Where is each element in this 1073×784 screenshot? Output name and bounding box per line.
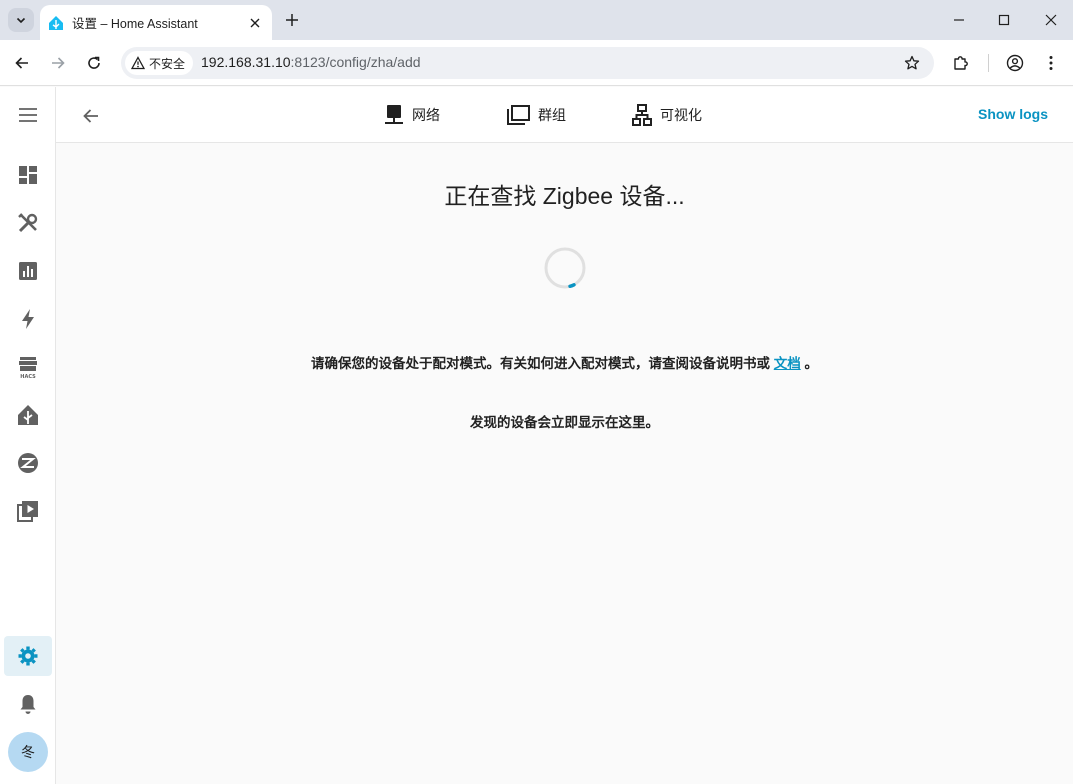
profile-button[interactable]: [1002, 50, 1028, 76]
sidebar-item-hacs[interactable]: HACS: [4, 347, 52, 387]
browser-back-button[interactable]: [9, 50, 35, 76]
media-icon: [17, 501, 38, 522]
minimize-icon: [954, 19, 964, 21]
sidebar-item-settings[interactable]: [4, 636, 52, 676]
settings-icon: [18, 646, 38, 666]
ha-sidebar: HACS 冬: [0, 87, 56, 784]
hacs-icon: HACS: [19, 357, 37, 379]
browser-tab-strip: 设置 – Home Assistant: [0, 0, 1073, 40]
visualization-icon: [632, 104, 652, 126]
url-host: 192.168.31.10: [201, 54, 291, 70]
network-icon: [385, 105, 403, 124]
tab-title: 设置 – Home Assistant: [72, 17, 198, 31]
window-close-button[interactable]: [1037, 6, 1065, 34]
tab-groups[interactable]: 群组: [506, 101, 566, 129]
tab-groups-label: 群组: [538, 107, 566, 123]
dashboard-icon: [19, 166, 37, 184]
security-label: 不安全: [149, 56, 186, 71]
bell-icon: [20, 695, 36, 714]
sidebar-item-history[interactable]: [4, 251, 52, 291]
new-tab-button[interactable]: [282, 10, 302, 30]
tab-search-button[interactable]: [8, 8, 34, 32]
plus-icon: [286, 14, 298, 26]
extensions-button[interactable]: [948, 50, 974, 76]
sidebar-item-zha[interactable]: [4, 443, 52, 483]
tools-icon: [18, 213, 38, 233]
show-logs-button[interactable]: Show logs: [978, 106, 1048, 122]
chevron-down-icon: [16, 17, 26, 24]
browser-menu-button[interactable]: [1038, 50, 1064, 76]
sidebar-item-notifications[interactable]: [4, 684, 52, 724]
browser-forward-button[interactable]: [45, 50, 71, 76]
tab-network[interactable]: 网络: [384, 101, 440, 129]
svg-text:HACS: HACS: [20, 374, 36, 379]
documentation-link[interactable]: 文档: [774, 356, 801, 371]
arrow-left-icon: [15, 57, 28, 69]
bookmark-button[interactable]: [902, 53, 922, 73]
more-vertical-icon: [1049, 56, 1053, 70]
arrow-right-icon: [52, 57, 65, 69]
warning-icon: [131, 56, 145, 70]
close-icon: [250, 18, 260, 27]
sidebar-item-overview[interactable]: [4, 155, 52, 195]
browser-toolbar: 不安全 192.168.31.10:8123/config/zha/add: [0, 40, 1073, 86]
loading-spinner-icon: [544, 247, 586, 289]
sidebar-item-media[interactable]: [4, 491, 52, 531]
security-chip[interactable]: 不安全: [125, 51, 194, 75]
address-bar[interactable]: 不安全 192.168.31.10:8123/config/zha/add: [121, 47, 934, 79]
home-assistant-icon: [18, 405, 38, 425]
reload-icon: [88, 56, 100, 69]
page-title: 正在查找 Zigbee 设备...: [444, 183, 685, 209]
discovery-note: 发现的设备会立即显示在这里。: [470, 415, 659, 430]
tab-close-button[interactable]: [246, 14, 264, 32]
tab-visualization[interactable]: 可视化: [632, 101, 702, 129]
toolbar-divider: [988, 54, 989, 72]
sidebar-item-developer-tools[interactable]: [4, 203, 52, 243]
zigbee-icon: [18, 453, 38, 473]
star-icon: [904, 55, 920, 70]
group-icon: [507, 105, 530, 125]
chart-icon: [19, 262, 37, 280]
minimize-button[interactable]: [945, 6, 973, 34]
url-path: :8123/config/zha/add: [290, 54, 421, 70]
sidebar-item-energy[interactable]: [4, 299, 52, 339]
main-content: 正在查找 Zigbee 设备... 请确保您的设备处于配对模式。有关如何进入配对…: [56, 143, 1073, 784]
menu-icon: [19, 108, 37, 122]
maximize-button[interactable]: [990, 6, 1018, 34]
home-assistant-favicon-icon: [49, 15, 63, 30]
sidebar-menu-toggle[interactable]: [4, 95, 52, 135]
pairing-instructions-text: 请确保您的设备处于配对模式。有关如何进入配对模式，请查阅设备说明书或: [310, 356, 774, 371]
pairing-instructions: 请确保您的设备处于配对模式。有关如何进入配对模式，请查阅设备说明书或 文档 。: [56, 352, 1073, 372]
pairing-instructions-suffix: 。: [800, 356, 818, 371]
arrow-left-icon: [83, 109, 98, 123]
close-icon: [1045, 14, 1057, 26]
sidebar-item-home-assistant[interactable]: [4, 395, 52, 435]
browser-reload-button[interactable]: [81, 50, 107, 76]
back-button[interactable]: [78, 103, 104, 129]
tab-network-label: 网络: [412, 107, 440, 123]
ha-header: 网络 群组 可视化 Show logs: [56, 87, 1073, 143]
tab-visualization-label: 可视化: [660, 107, 702, 123]
browser-tab-active[interactable]: 设置 – Home Assistant: [40, 5, 272, 40]
energy-icon: [22, 309, 34, 329]
maximize-icon: [998, 14, 1010, 26]
user-avatar[interactable]: 冬: [8, 732, 48, 772]
url-text: 192.168.31.10:8123/config/zha/add: [201, 54, 421, 70]
puzzle-icon: [954, 56, 968, 70]
account-circle-icon: [1006, 54, 1024, 72]
